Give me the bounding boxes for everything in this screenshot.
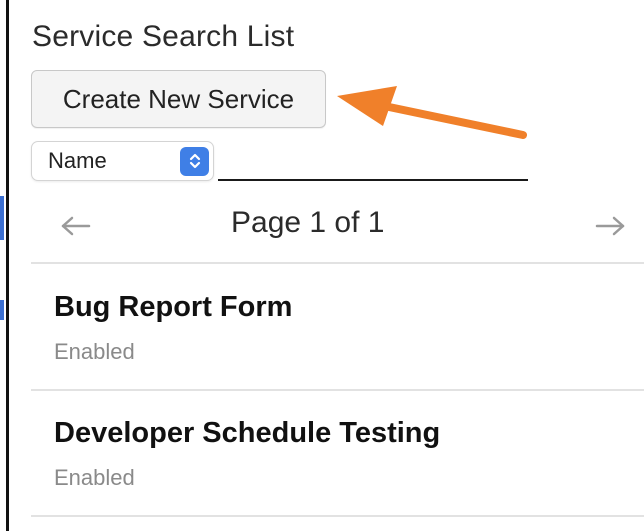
arrow-left-icon[interactable] <box>59 214 93 243</box>
service-name: Bug Report Form <box>54 291 293 323</box>
service-name: Developer Schedule Testing <box>54 417 441 449</box>
page-title: Service Search List <box>32 20 295 53</box>
list-item[interactable]: Developer Schedule Testing Enabled <box>31 391 644 517</box>
search-input[interactable] <box>218 143 528 181</box>
list-item[interactable]: Bug Report Form Enabled <box>31 265 644 391</box>
edge-mark <box>0 300 4 320</box>
pagination-bar: Page 1 of 1 <box>31 196 644 264</box>
page-indicator: Page 1 of 1 <box>231 206 385 239</box>
arrow-right-icon[interactable] <box>593 214 627 243</box>
search-field-select[interactable]: Name <box>31 141 214 181</box>
service-status: Enabled <box>54 465 135 490</box>
edge-mark <box>0 196 4 240</box>
service-status: Enabled <box>54 339 135 364</box>
pointer-arrow-icon <box>337 86 527 139</box>
window-edge <box>0 0 9 531</box>
search-field-select-label: Name <box>48 148 107 173</box>
chevron-up-down-icon <box>180 146 209 176</box>
service-search-page: Service Search List Create New Service N… <box>0 0 644 531</box>
create-new-service-button[interactable]: Create New Service <box>31 70 326 128</box>
